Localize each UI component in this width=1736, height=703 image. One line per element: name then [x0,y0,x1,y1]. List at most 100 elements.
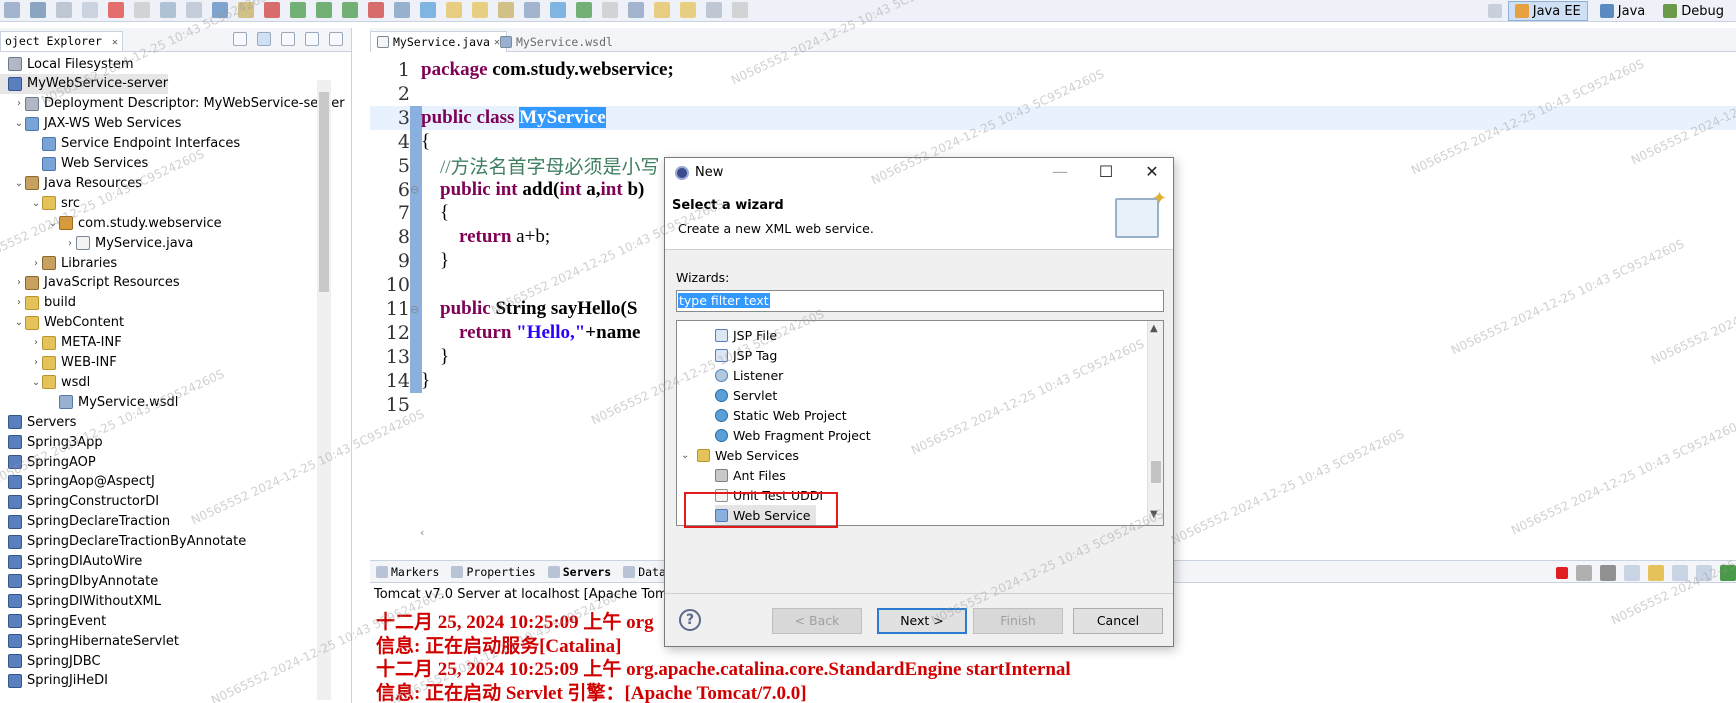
wizard-item[interactable]: JSP Tag [715,345,777,365]
toolbar-icon[interactable] [524,2,540,18]
collapse-chevron-icon[interactable]: › [30,357,42,368]
minimize-icon[interactable]: — [1049,162,1071,181]
tree-item[interactable]: Web Services [30,154,148,174]
open-perspective-icon[interactable] [1487,4,1502,18]
cancel-button[interactable]: Cancel [1073,608,1163,634]
toolbar-icon[interactable] [706,2,722,18]
tab-properties[interactable]: Properties [451,565,536,579]
collapse-chevron-icon[interactable]: › [13,277,25,288]
toolbar-icon[interactable] [186,2,202,18]
tree-item[interactable]: Service Endpoint Interfaces [30,134,240,154]
toolbar-icon[interactable] [732,2,748,18]
toolbar-icon[interactable] [82,2,98,18]
tab-servers[interactable]: Servers [547,565,611,579]
tree-item[interactable]: SpringDeclareTractionByAnnotate [0,532,246,552]
toolbar-icon[interactable] [394,2,410,18]
expand-chevron-icon[interactable]: ⌄ [681,450,697,461]
toolbar-icon[interactable] [30,2,46,18]
tree-item[interactable]: ⌄ WebContent [13,313,124,333]
view-menu-icon[interactable] [281,32,295,46]
tree-item[interactable]: SpringEvent [0,611,106,631]
tree-item[interactable]: ⌄ com.study.webservice [47,213,222,233]
wizard-item[interactable]: Ant Files [715,465,786,485]
toolbar-icon[interactable] [134,2,150,18]
toolbar-icon[interactable] [602,2,618,18]
tree-item[interactable]: ⌄ JAX-WS Web Services [13,114,182,134]
toolbar-icon[interactable] [56,2,72,18]
tab-myservice-java[interactable]: MyService.java ✕ [370,31,507,52]
tree-item[interactable]: ⌄ Java Resources [13,173,142,193]
dialog-titlebar[interactable]: New — ☐ ✕ [665,158,1173,188]
tree-item[interactable]: SpringAop@AspectJ [0,472,155,492]
tab-project-explorer[interactable]: oject Explorer ✕ [0,31,123,51]
fold-icon[interactable]: ⊖ [410,303,419,316]
tree-item[interactable]: Servers [0,412,76,432]
tree-item[interactable]: SpringAOP [0,452,96,472]
toolbar-icon[interactable] [212,2,228,18]
toolbar-icon[interactable] [576,2,592,18]
perspective-java[interactable]: Java [1594,1,1651,21]
tree-item[interactable]: Local Filesystem [0,54,134,74]
tree-item[interactable]: › Libraries [30,253,117,273]
wizard-item[interactable]: Web Fragment Project [715,425,871,445]
tree-item[interactable]: MyService.wsdl [47,392,178,412]
remove-launch-icon[interactable] [1576,565,1592,581]
collapse-chevron-icon[interactable]: › [30,258,42,269]
expand-chevron-icon[interactable]: ⌄ [30,198,42,209]
next-button[interactable]: Next > [877,608,967,634]
scroll-lock-icon[interactable] [1648,565,1664,581]
perspective-java-ee[interactable]: Java EE [1507,1,1588,21]
toolbar-icon[interactable] [420,2,436,18]
clear-console-icon[interactable] [1624,565,1640,581]
perspective-debug[interactable]: Debug [1657,1,1730,21]
toolbar-icon[interactable] [446,2,462,18]
wizard-item[interactable]: Servlet [715,385,777,405]
explorer-scrollbar[interactable] [317,80,331,700]
collapse-chevron-icon[interactable]: › [64,238,76,249]
toolbar-icon[interactable] [290,2,306,18]
word-wrap-icon[interactable] [1672,565,1688,581]
scrollbar-thumb[interactable] [1151,461,1161,483]
close-icon[interactable]: ✕ [1141,162,1163,181]
tree-item[interactable]: SpringDIAutoWire [0,552,142,572]
tree-item[interactable]: › JavaScript Resources [13,273,180,293]
toolbar-icon[interactable] [316,2,332,18]
tree-item[interactable]: SpringConstructorDI [0,492,159,512]
toolbar-icon[interactable] [342,2,358,18]
toolbar-icon[interactable] [368,2,384,18]
fold-icon[interactable]: ⊖ [410,183,419,196]
wizard-filter-input[interactable]: type filter text [676,290,1164,312]
finish-button[interactable]: Finish [973,608,1063,634]
expand-chevron-icon[interactable]: ⌄ [13,317,25,328]
collapse-chevron-icon[interactable]: › [13,98,25,109]
tab-myservice-wsdl[interactable]: MyService.wsdl [494,31,619,52]
expand-chevron-icon[interactable]: ⌄ [13,118,25,129]
back-button[interactable]: < Back [772,608,862,634]
toolbar-icon[interactable] [4,2,20,18]
maximize-icon[interactable]: ☐ [1095,162,1117,181]
remove-all-icon[interactable] [1600,565,1616,581]
link-with-editor-icon[interactable] [257,32,271,46]
expand-chevron-icon[interactable]: ⌄ [47,218,59,229]
scroll-down-icon[interactable]: ▼ [1150,509,1158,520]
collapse-chevron-icon[interactable]: › [30,337,42,348]
scrollbar-thumb[interactable] [319,92,329,292]
tree-item[interactable]: › META-INF [30,333,122,353]
toolbar-icon[interactable] [498,2,514,18]
toolbar-icon[interactable] [472,2,488,18]
tab-markers[interactable]: Markers [376,565,439,579]
minimize-icon[interactable] [305,32,319,46]
wizard-item[interactable]: Static Web Project [715,405,847,425]
tree-item[interactable]: SpringJDBC [0,651,101,671]
toolbar-icon[interactable] [108,2,124,18]
tree-item[interactable]: ⌄ wsdl [30,372,90,392]
expand-chevron-icon[interactable]: ⌄ [30,377,42,388]
toolbar-icon[interactable] [680,2,696,18]
wizard-item[interactable]: ⌄ Web Services [681,445,799,465]
tree-item[interactable]: SpringDeclareTraction [0,512,170,532]
tree-item[interactable]: Spring3App [0,432,103,452]
wizard-item[interactable]: JSP File [715,325,777,345]
toolbar-icon[interactable] [160,2,176,18]
collapse-all-icon[interactable] [233,32,247,46]
close-icon[interactable]: ✕ [112,37,118,48]
